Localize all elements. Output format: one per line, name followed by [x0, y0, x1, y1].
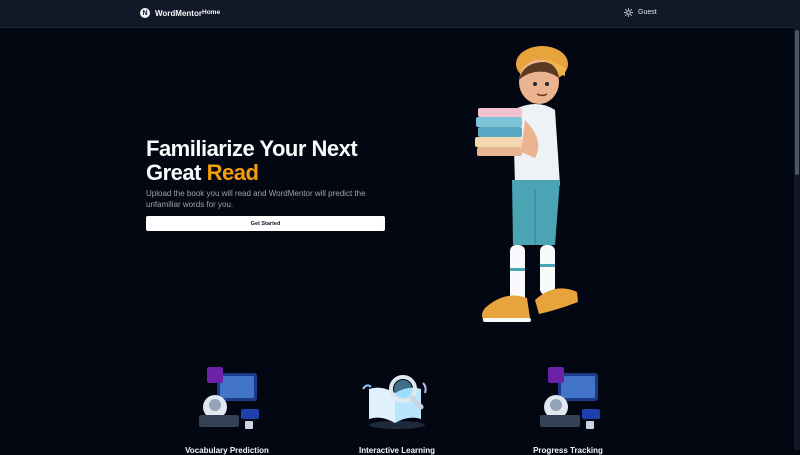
book-magnifier-icon — [362, 375, 427, 429]
feature-title: Interactive Learning — [358, 446, 436, 455]
top-navbar: N WordMentor Home Guest — [0, 0, 794, 28]
brand-name: WordMentor — [155, 8, 202, 18]
feature-title: Progress Tracking — [533, 446, 603, 455]
hero-title-accent: Read — [206, 160, 259, 185]
hero-title: Familiarize Your Next Great Read — [146, 137, 396, 185]
page-scrollbar[interactable] — [794, 0, 800, 450]
get-started-button[interactable]: Get Started — [146, 216, 385, 231]
nav-link-home[interactable]: Home — [202, 9, 220, 16]
hero-subtitle: Upload the book you will read and WordMe… — [146, 189, 366, 209]
feature-interactive-learning: Interactive Learning — [337, 365, 457, 455]
user-menu[interactable]: Guest — [624, 8, 657, 17]
sun-icon[interactable] — [624, 8, 633, 17]
robot-laptop-icon — [540, 367, 600, 429]
user-name[interactable]: Guest — [638, 9, 657, 16]
feature-title: Vocabulary Prediction — [185, 446, 269, 455]
scrollbar-thumb[interactable] — [795, 30, 799, 175]
brand[interactable]: N WordMentor — [140, 8, 202, 18]
feature-progress-tracking: Progress Tracking — [508, 365, 628, 455]
feature-vocabulary-prediction: Vocabulary Prediction — [167, 365, 287, 455]
boy-carrying-books-illustration — [475, 46, 578, 322]
robot-laptop-icon — [199, 367, 259, 429]
logo-icon: N — [140, 8, 150, 18]
